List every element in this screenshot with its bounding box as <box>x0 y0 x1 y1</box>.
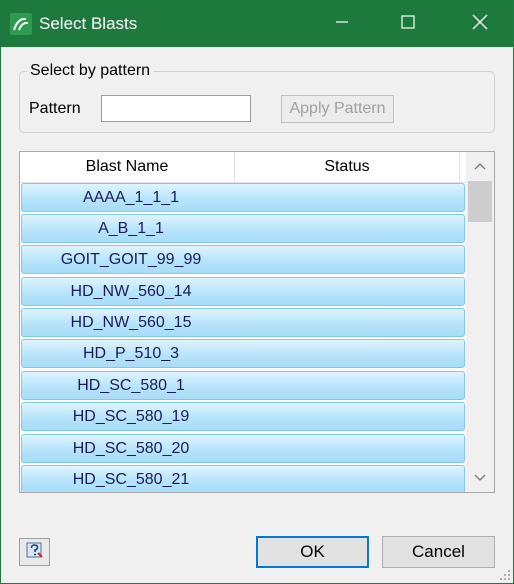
blast-name-cell: AAAA_1_1_1 <box>82 188 180 206</box>
ok-button[interactable]: OK <box>256 536 369 568</box>
maximize-icon <box>401 14 415 34</box>
select-by-pattern-group <box>19 71 495 133</box>
blast-name-cell: HD_SC_580_20 <box>72 439 190 457</box>
blast-name-cell: GOIT_GOIT_99_99 <box>60 250 202 268</box>
help-icon <box>25 540 45 565</box>
scroll-thumb[interactable] <box>468 181 492 222</box>
minimize-button[interactable] <box>319 1 365 47</box>
table-row[interactable]: HD_SC_580_21 <box>21 465 465 492</box>
table-row[interactable]: GOIT_GOIT_99_99 <box>21 245 465 274</box>
window-title: Select Blasts <box>39 14 138 33</box>
blast-name-cell: HD_NW_560_14 <box>70 282 192 300</box>
maximize-button[interactable] <box>385 1 431 47</box>
table-row[interactable]: AAAA_1_1_1 <box>21 183 465 212</box>
blast-name-cell: HD_SC_580_19 <box>72 407 190 425</box>
column-header-status[interactable]: Status <box>235 152 460 182</box>
table-row[interactable]: HD_SC_580_19 <box>21 402 465 431</box>
title-bar[interactable]: Select Blasts <box>1 1 513 47</box>
blast-name-cell: HD_SC_580_21 <box>72 470 190 488</box>
chevron-up-icon <box>474 157 486 175</box>
chevron-down-icon <box>474 469 486 487</box>
select-blasts-dialog: Select Blasts Select by pattern Pattern … <box>0 0 514 584</box>
grid-rows: AAAA_1_1_1 A_B_1_1 GOIT_GOIT_99_99 HD_NW… <box>20 183 466 492</box>
table-row[interactable]: HD_SC_580_1 <box>21 371 465 400</box>
grid-header: Blast Name Status <box>20 152 466 183</box>
app-logo-icon <box>10 13 32 35</box>
blast-name-cell: HD_NW_560_15 <box>70 313 192 331</box>
table-row[interactable]: A_B_1_1 <box>21 214 465 243</box>
group-legend: Select by pattern <box>27 62 154 80</box>
scroll-down-button[interactable] <box>466 464 494 492</box>
blast-name-cell: HD_SC_580_1 <box>77 376 185 394</box>
table-row[interactable]: HD_NW_560_14 <box>21 277 465 306</box>
resize-grip-icon[interactable] <box>497 567 511 581</box>
close-icon <box>472 14 488 35</box>
help-button[interactable] <box>19 538 50 566</box>
table-row[interactable]: HD_NW_560_15 <box>21 308 465 337</box>
apply-pattern-button[interactable]: Apply Pattern <box>281 95 394 123</box>
cancel-button[interactable]: Cancel <box>382 536 495 568</box>
pattern-input[interactable] <box>101 95 251 122</box>
table-row[interactable]: HD_P_510_3 <box>21 339 465 368</box>
blast-name-cell: HD_P_510_3 <box>82 344 180 362</box>
pattern-label: Pattern <box>29 100 81 117</box>
scroll-up-button[interactable] <box>466 152 494 180</box>
blasts-grid: Blast Name Status AAAA_1_1_1 A_B_1_1 GOI… <box>19 151 495 493</box>
close-button[interactable] <box>457 1 503 47</box>
table-row[interactable]: HD_SC_580_20 <box>21 434 465 463</box>
column-header-blast-name[interactable]: Blast Name <box>20 152 235 182</box>
blast-name-cell: A_B_1_1 <box>98 219 164 237</box>
minimize-icon <box>335 15 349 34</box>
vertical-scrollbar[interactable] <box>466 152 494 492</box>
